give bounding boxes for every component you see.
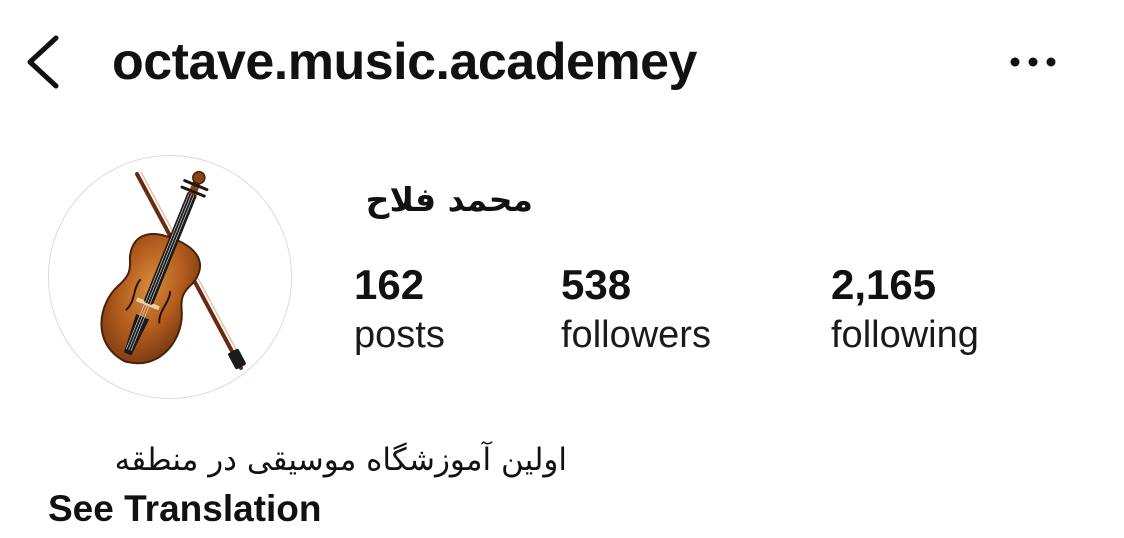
profile-username: octave.music.academey <box>112 33 697 91</box>
following-count: 2,165 <box>831 261 937 308</box>
posts-stat[interactable]: 162 posts <box>354 260 445 360</box>
following-stat[interactable]: 2,165 following <box>831 260 979 360</box>
see-translation-link[interactable]: See Translation <box>48 486 322 532</box>
more-horizontal-icon <box>1010 57 1056 67</box>
followers-label: followers <box>561 314 711 356</box>
more-options-button[interactable] <box>1000 40 1066 84</box>
violin-icon <box>100 170 246 370</box>
profile-header: octave.music.academey <box>0 0 1124 130</box>
posts-label: posts <box>354 314 445 356</box>
profile-display-name: محمد فلاح <box>365 180 533 219</box>
followers-stat[interactable]: 538 followers <box>561 260 711 360</box>
followers-count: 538 <box>561 261 632 308</box>
posts-count: 162 <box>354 261 425 308</box>
back-button[interactable] <box>22 30 68 94</box>
chevron-left-icon <box>27 35 59 89</box>
following-label: following <box>831 314 979 356</box>
profile-bio: اولین آموزشگاه موسیقی در منطقه <box>114 442 567 478</box>
profile-avatar[interactable] <box>48 155 292 399</box>
